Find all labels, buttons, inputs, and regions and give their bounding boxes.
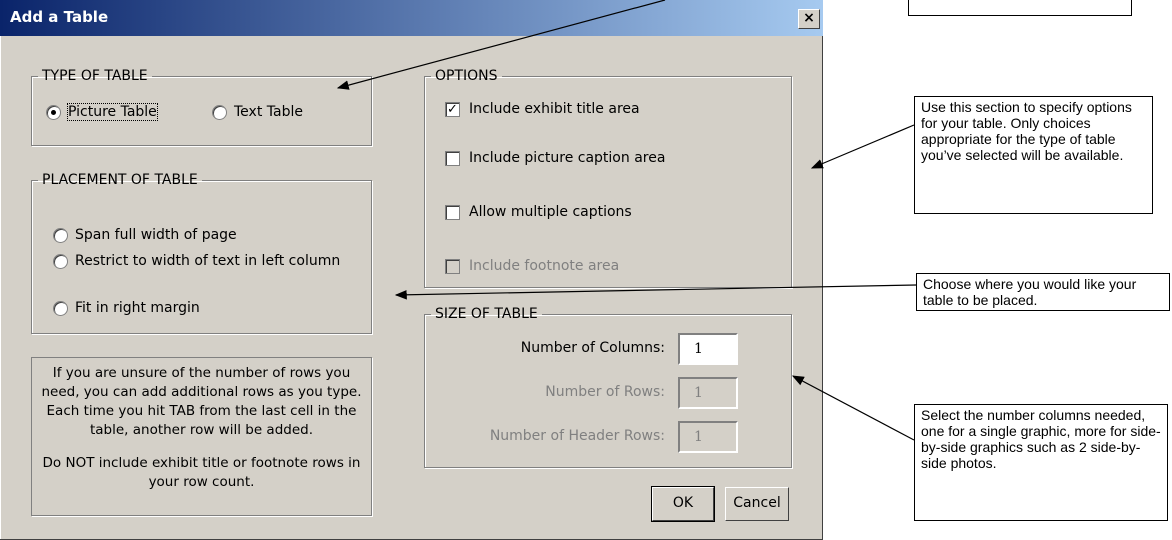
size-arrow — [791, 375, 915, 441]
options-arrow — [810, 124, 915, 169]
placement-arrow — [394, 284, 917, 300]
callout-arrows — [336, 0, 917, 441]
type-arrow — [336, 0, 666, 90]
